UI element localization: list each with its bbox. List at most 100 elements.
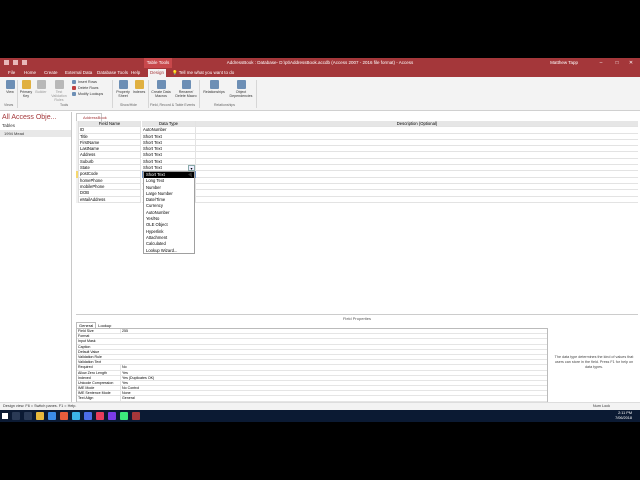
status-text: Design view. F6 = Switch panes. F1 = Hel… bbox=[3, 404, 77, 408]
builder-label: Builder bbox=[35, 90, 47, 94]
nav-item-table[interactable]: 1994 Mead bbox=[0, 130, 71, 137]
group-views-label: Views bbox=[4, 103, 14, 107]
insert-rows-button[interactable]: Insert Rows bbox=[72, 80, 97, 85]
file-explorer-icon[interactable] bbox=[36, 412, 44, 420]
modify-lookups-icon bbox=[72, 92, 76, 97]
app-icon[interactable] bbox=[72, 412, 80, 420]
property-row[interactable]: Text Align General bbox=[77, 396, 548, 402]
status-bar: Design view. F6 = Switch panes. F1 = Hel… bbox=[0, 402, 640, 410]
navigation-pane: All Access Obje... Tables 1994 Mead bbox=[0, 112, 72, 402]
test-validation-label: Test Validation Rules bbox=[51, 90, 67, 102]
object-dependencies-label: Object Dependencies bbox=[229, 90, 253, 98]
ribbon: View Views Primary Key Builder Test Vali… bbox=[0, 77, 640, 111]
edge-icon[interactable] bbox=[48, 412, 56, 420]
insert-rows-icon bbox=[72, 80, 76, 85]
task-view-icon[interactable] bbox=[24, 412, 32, 420]
ribbon-tabs: File Home Create External Data Database … bbox=[0, 68, 640, 77]
app-icon[interactable] bbox=[84, 412, 92, 420]
clock-date: 7/06/2018 bbox=[615, 416, 632, 420]
title-bar: Table Tools AddressBook : Database- D:\p… bbox=[0, 58, 640, 68]
app-icon[interactable] bbox=[60, 412, 68, 420]
delete-rows-icon bbox=[72, 86, 76, 91]
rename-macro-icon bbox=[181, 80, 191, 89]
group-relationships-label: Relationships bbox=[214, 103, 236, 107]
object-dependencies-button[interactable]: Object Dependencies bbox=[228, 80, 254, 98]
group-tools-label: Tools bbox=[60, 103, 69, 107]
create-data-macros-label: Create Data Macros bbox=[151, 90, 171, 98]
property-help-text: The data type determines the kind of val… bbox=[554, 355, 634, 369]
field-properties-title: Field Properties bbox=[76, 314, 638, 321]
rename-delete-macro-button[interactable]: Rename/ Delete Macro bbox=[174, 80, 198, 98]
document-tab[interactable]: AddressBook bbox=[76, 113, 107, 121]
modify-lookups-label: Modify Lookups bbox=[78, 92, 104, 96]
dependencies-icon bbox=[236, 80, 246, 89]
ribbon-separator bbox=[17, 80, 18, 108]
primary-key-label: Primary Key bbox=[19, 90, 33, 98]
property-sheet-label: Property Sheet bbox=[116, 90, 130, 98]
windows-taskbar: 2:11 PM 7/06/2018 bbox=[0, 410, 640, 422]
test-validation-button[interactable]: Test Validation Rules bbox=[49, 80, 69, 102]
tab-design[interactable]: Design bbox=[148, 69, 167, 77]
num-lock-indicator: Num Lock bbox=[592, 404, 610, 408]
validation-icon bbox=[54, 80, 64, 89]
view-label: View bbox=[6, 90, 14, 94]
ribbon-separator bbox=[199, 80, 200, 108]
app-icon[interactable] bbox=[120, 412, 128, 420]
view-button[interactable]: View bbox=[3, 80, 17, 94]
search-icon[interactable] bbox=[12, 412, 20, 420]
builder-button[interactable]: Builder bbox=[34, 80, 48, 94]
app-icon[interactable] bbox=[108, 412, 116, 420]
builder-icon bbox=[36, 80, 46, 89]
access-icon[interactable] bbox=[132, 412, 140, 420]
tab-home[interactable]: Home bbox=[22, 69, 38, 77]
lightbulb-icon: 💡 bbox=[172, 70, 179, 75]
primary-key-button[interactable]: Primary Key bbox=[19, 80, 33, 98]
tab-help[interactable]: Help bbox=[129, 69, 142, 77]
nav-section-tables[interactable]: Tables bbox=[0, 123, 71, 128]
create-data-macros-button[interactable]: Create Data Macros bbox=[150, 80, 172, 98]
relationships-icon bbox=[209, 80, 219, 89]
relationships-label: Relationships bbox=[203, 90, 225, 94]
property-sheet-icon bbox=[118, 80, 128, 89]
close-button[interactable]: ✕ bbox=[624, 58, 638, 68]
tab-create[interactable]: Create bbox=[42, 69, 60, 77]
property-label: Text Align bbox=[78, 396, 94, 401]
tell-me-label: Tell me what you want to do bbox=[178, 70, 235, 75]
dropdown-option[interactable]: Lookup Wizard... bbox=[144, 248, 194, 254]
user-name[interactable]: Matthew Tapp bbox=[550, 58, 578, 68]
property-value[interactable]: General bbox=[120, 396, 548, 402]
tell-me-search[interactable]: 💡 Tell me what you want to do bbox=[170, 69, 236, 77]
windows-start-icon[interactable] bbox=[2, 413, 8, 419]
tab-file[interactable]: File bbox=[6, 69, 17, 77]
taskbar-clock[interactable]: 2:11 PM 7/06/2018 bbox=[615, 411, 632, 421]
delete-rows-label: Delete Rows bbox=[78, 86, 99, 90]
tab-external-data[interactable]: External Data bbox=[63, 69, 94, 77]
view-icon bbox=[5, 80, 15, 89]
indexes-icon bbox=[134, 80, 144, 89]
indexes-label: Indexes bbox=[132, 90, 146, 94]
maximize-button[interactable]: □ bbox=[610, 58, 624, 68]
minimize-button[interactable]: – bbox=[594, 58, 608, 68]
rename-delete-macro-label: Rename/ Delete Macro bbox=[175, 90, 197, 98]
property-sheet-button[interactable]: Property Sheet bbox=[115, 80, 131, 98]
ribbon-separator bbox=[148, 80, 149, 108]
group-show-hide-label: Show/Hide bbox=[120, 103, 137, 107]
delete-rows-button[interactable]: Delete Rows bbox=[72, 86, 99, 91]
access-window: Table Tools AddressBook : Database- D:\p… bbox=[0, 58, 640, 422]
field-properties-grid: Field Size 255 Format Input Mask Caption … bbox=[76, 328, 548, 403]
ribbon-separator bbox=[112, 80, 113, 108]
description-cell[interactable] bbox=[196, 197, 638, 203]
field-name-cell[interactable]: eMailAddress bbox=[79, 196, 141, 203]
insert-rows-label: Insert Rows bbox=[78, 80, 97, 84]
document-title: AddressBook : Database- D:\pt\AddressBoo… bbox=[226, 60, 414, 65]
tab-database-tools[interactable]: Database Tools bbox=[95, 69, 130, 77]
data-type-dropdown-list[interactable]: Short Text Long Text Number Large Number… bbox=[143, 171, 195, 254]
indexes-button[interactable]: Indexes bbox=[132, 80, 146, 94]
ribbon-separator bbox=[256, 80, 257, 108]
key-icon bbox=[21, 80, 31, 89]
relationships-button[interactable]: Relationships bbox=[202, 80, 226, 94]
group-events-label: Field, Record & Table Events bbox=[150, 103, 196, 107]
nav-header[interactable]: All Access Obje... bbox=[0, 112, 71, 123]
app-icon[interactable] bbox=[96, 412, 104, 420]
modify-lookups-button[interactable]: Modify Lookups bbox=[72, 92, 104, 97]
